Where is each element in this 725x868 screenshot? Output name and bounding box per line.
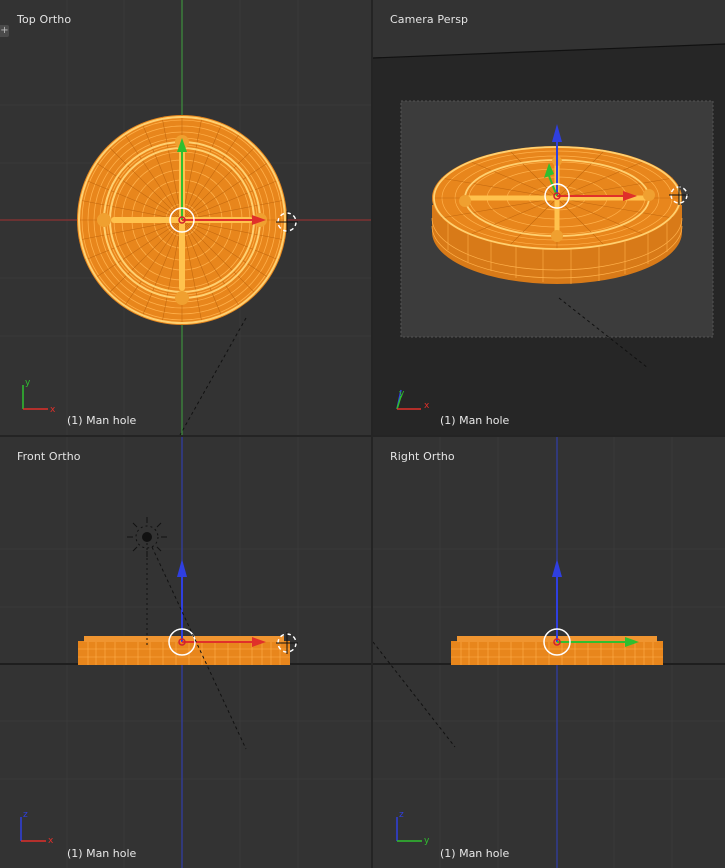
top-ortho-scene: y x [0, 0, 371, 435]
viewport-front-ortho[interactable]: z x Front Ortho (1) Man hole [0, 437, 371, 868]
gizmo-label-x: x [50, 405, 56, 415]
active-object-label: (1) Man hole [67, 847, 137, 860]
gizmo-label-y: y [399, 389, 405, 399]
viewport-title: Front Ortho [17, 450, 81, 463]
active-object-label: (1) Man hole [67, 414, 137, 427]
active-object-label: (1) Man hole [440, 414, 510, 427]
front-ortho-scene: z x [0, 437, 371, 868]
gizmo-label-z: z [23, 810, 28, 820]
gizmo-label-x: x [48, 836, 54, 846]
camera-persp-scene: y x [373, 0, 725, 435]
viewport-divider-horizontal[interactable] [0, 435, 725, 437]
view-expand-icon[interactable]: + [0, 25, 9, 37]
viewport-title: Camera Persp [390, 13, 469, 26]
gizmo-label-y: y [25, 378, 31, 388]
viewport-right-ortho[interactable]: z y Right Ortho (1) Man hole [373, 437, 725, 868]
viewport-title: Top Ortho [17, 13, 72, 26]
viewport-divider-vertical[interactable] [371, 0, 373, 868]
viewport-camera-persp[interactable]: y x Camera Persp (1) Man hole [373, 0, 725, 435]
gizmo-label-x: x [424, 401, 430, 411]
active-object-label: (1) Man hole [440, 847, 510, 860]
viewport-title: Right Ortho [390, 450, 455, 463]
right-ortho-scene: z y [373, 437, 725, 868]
gizmo-label-z: z [399, 810, 404, 820]
gizmo-label-y: y [424, 836, 430, 846]
blender-3d-view-quad: y x + Top Ortho (1) Man hole y x Camera … [0, 0, 725, 868]
viewport-top-ortho[interactable]: y x + Top Ortho (1) Man hole [0, 0, 371, 435]
